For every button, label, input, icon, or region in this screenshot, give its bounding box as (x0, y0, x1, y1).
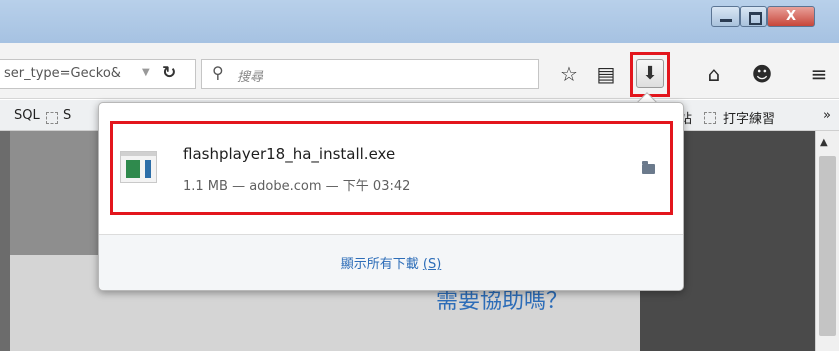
bookmark-sql[interactable]: SQL (14, 108, 40, 123)
download-icon: ⬇ (636, 59, 664, 88)
star-icon[interactable]: ☆ (553, 58, 585, 90)
smile-icon[interactable]: ☻ (746, 58, 778, 90)
menu-icon[interactable]: ≡ (803, 58, 835, 90)
search-icon: ⚲ (212, 63, 224, 82)
home-icon[interactable]: ⌂ (698, 58, 730, 90)
reload-icon[interactable]: ↻ (162, 63, 176, 83)
download-item[interactable]: flashplayer18_ha_install.exe 1.1 MB — ad… (110, 121, 673, 215)
url-dropdown-icon[interactable]: ▼ (142, 67, 150, 78)
search-bar[interactable]: ⚲ 搜尋 (201, 59, 539, 89)
url-text: ser_type=Gecko& (4, 66, 121, 81)
url-bar[interactable]: ser_type=Gecko& ▼ ↻ (0, 59, 196, 89)
bookmarks-icon[interactable]: ▤ (590, 58, 622, 90)
bookmark-page-icon (46, 112, 58, 124)
bookmark-page-icon (704, 112, 716, 124)
page-left-edge (0, 131, 10, 351)
download-filename: flashplayer18_ha_install.exe (183, 145, 396, 163)
bookmark-typing-practice[interactable]: 打字練習 (723, 108, 775, 127)
bookmark-s[interactable]: S (63, 108, 71, 123)
search-placeholder: 搜尋 (237, 70, 264, 85)
show-all-label: 顯示所有下載 (340, 257, 419, 272)
scroll-up-icon[interactable]: ▲ (820, 137, 828, 148)
minimize-button[interactable] (711, 6, 740, 27)
show-all-accesskey: (S) (422, 257, 442, 272)
download-info: 1.1 MB — adobe.com — 下午 03:42 (183, 179, 411, 194)
show-all-downloads-link[interactable]: 顯示所有下載 (S) (99, 253, 683, 272)
file-icon (120, 151, 157, 183)
maximize-button[interactable] (740, 6, 767, 27)
downloads-button[interactable]: ⬇ (630, 52, 670, 97)
close-button[interactable]: X (767, 6, 815, 27)
scrollbar[interactable]: ▲ (815, 131, 839, 351)
bookmarks-overflow-button[interactable]: » (823, 108, 831, 123)
downloads-panel-footer: 顯示所有下載 (S) (99, 234, 683, 290)
folder-icon[interactable] (642, 161, 655, 174)
scroll-thumb[interactable] (819, 156, 836, 336)
